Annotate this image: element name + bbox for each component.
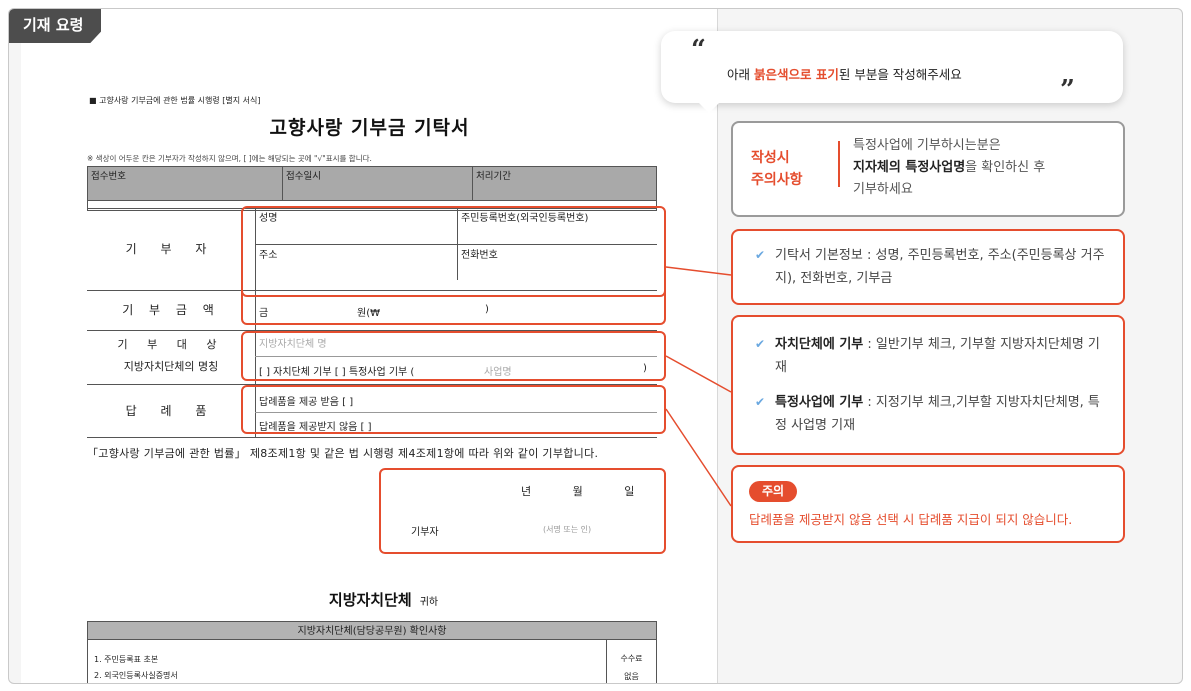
form-note: ※ 색상이 어두운 칸은 기부자가 작성하지 않으며, [ ]에는 해당되는 곳… [87, 154, 372, 163]
recipient: 지방자치단체 귀하 [21, 589, 718, 610]
guide-frame: ■ 고향사랑 기부금에 관한 법률 시행령 [별지 서식] 고향사랑 기부금 기… [8, 8, 1183, 684]
confirmation-item: 1. 주민등록표 초본 [94, 655, 159, 664]
highlight-donor-info [241, 206, 666, 297]
caution-message: 특정사업에 기부하시는분은 지자체의 특정사업명을 확인하신 후 기부하세요 [853, 138, 1046, 197]
reception-date-cell: 접수일시 [282, 166, 473, 201]
warning-card: 주의 답례품을 제공받지 않음 선택 시 답례품 지급이 되지 않습니다. [731, 465, 1125, 543]
check-icon: ✔ [755, 337, 766, 351]
law-reference: ■ 고향사랑 기부금에 관한 법률 시행령 [별지 서식] [89, 96, 261, 105]
official-confirmation-section: 지방자치단체(담당공무원) 확인사항 1. 주민등록표 초본 2. 외국인등록사… [87, 621, 657, 683]
amount-label: 기 부 금 액 [122, 303, 220, 317]
donation-target-card: ✔ 자치단체에 기부 : 일반기부 체크, 기부할 지방자치단체명 기재 ✔ 특정사… [731, 315, 1125, 455]
donation-form-table: 접수번호 접수일시 처리기간 [87, 166, 657, 211]
open-quote-icon: “ [691, 35, 706, 65]
target-label-line-2: 지방자치단체의 명칭 [123, 360, 219, 373]
close-quote-icon: ” [1060, 75, 1075, 105]
instruction-text: 아래 붉은색으로 표기된 부분을 작성해주세요 [727, 67, 962, 82]
reception-number-cell: 접수번호 [87, 166, 283, 201]
caution-divider [838, 141, 840, 187]
target-label: 기 부 대 상 지방자치단체의 명칭 [87, 334, 255, 378]
recipient-suffix: 귀하 [419, 597, 439, 608]
check-icon: ✔ [755, 395, 766, 409]
target-municipality-bullet: ✔ 자치단체에 기부 : 일반기부 체크, 기부할 지방자치단체명 기재 [755, 333, 1107, 379]
confirmation-header: 지방자치단체(담당공무원) 확인사항 [87, 621, 657, 640]
caution-card: 작성시 주의사항 특정사업에 기부하시는분은 지자체의 특정사업명을 확인하신 후… [731, 121, 1125, 217]
warning-text: 답례품을 제공받지 않음 선택 시 답례품 지급이 되지 않습니다. [749, 512, 1073, 527]
processing-period-cell: 처리기간 [472, 166, 657, 201]
highlight-donor-amount [241, 288, 666, 325]
instruction-bubble: “ 아래 붉은색으로 표기된 부분을 작성해주세요 ” [661, 31, 1123, 113]
guide-tab[interactable]: 기재 요령 [9, 9, 102, 43]
fee-label: 수수료 [620, 654, 643, 663]
donor-label: 기 부 자 [125, 242, 217, 256]
fee-cell: 수수료 없음 [606, 640, 656, 683]
recipient-name: 지방자치단체 [328, 591, 412, 609]
form-title: 고향사랑 기부금 기탁서 [269, 117, 470, 139]
warning-badge: 주의 [749, 481, 798, 502]
declaration-text: 「고향사랑 기부금에 관한 법률」 제8조제1항 및 같은 법 시행령 제4조제… [87, 447, 599, 460]
basic-info-bullet: ✔ 기탁서 기본정보 : 성명, 주민등록번호, 주소(주민등록상 거주지), 전… [755, 244, 1107, 290]
basic-info-card: ✔ 기탁서 기본정보 : 성명, 주민등록번호, 주소(주민등록상 거주지), 전… [731, 229, 1125, 305]
target-business-bullet: ✔ 특정사업에 기부 : 지정기부 체크,기부할 지방자치단체명, 특정 사업명 … [755, 391, 1107, 437]
highlight-donation-target [241, 331, 666, 381]
gift-label: 답 례 품 [125, 404, 217, 418]
reception-row: 접수번호 접수일시 처리기간 [87, 166, 657, 201]
highlight-gift-choice [241, 385, 666, 434]
target-label-line-1: 기 부 대 상 [117, 338, 225, 351]
fee-value: 없음 [624, 672, 639, 681]
check-icon: ✔ [755, 248, 766, 262]
highlight-date-signature [379, 468, 666, 554]
confirmation-item: 2. 외국인등록사실증명서 [94, 671, 178, 680]
caution-title: 작성시 주의사항 [751, 150, 803, 188]
instruction-highlight: 붉은색으로 표기 [753, 67, 839, 82]
